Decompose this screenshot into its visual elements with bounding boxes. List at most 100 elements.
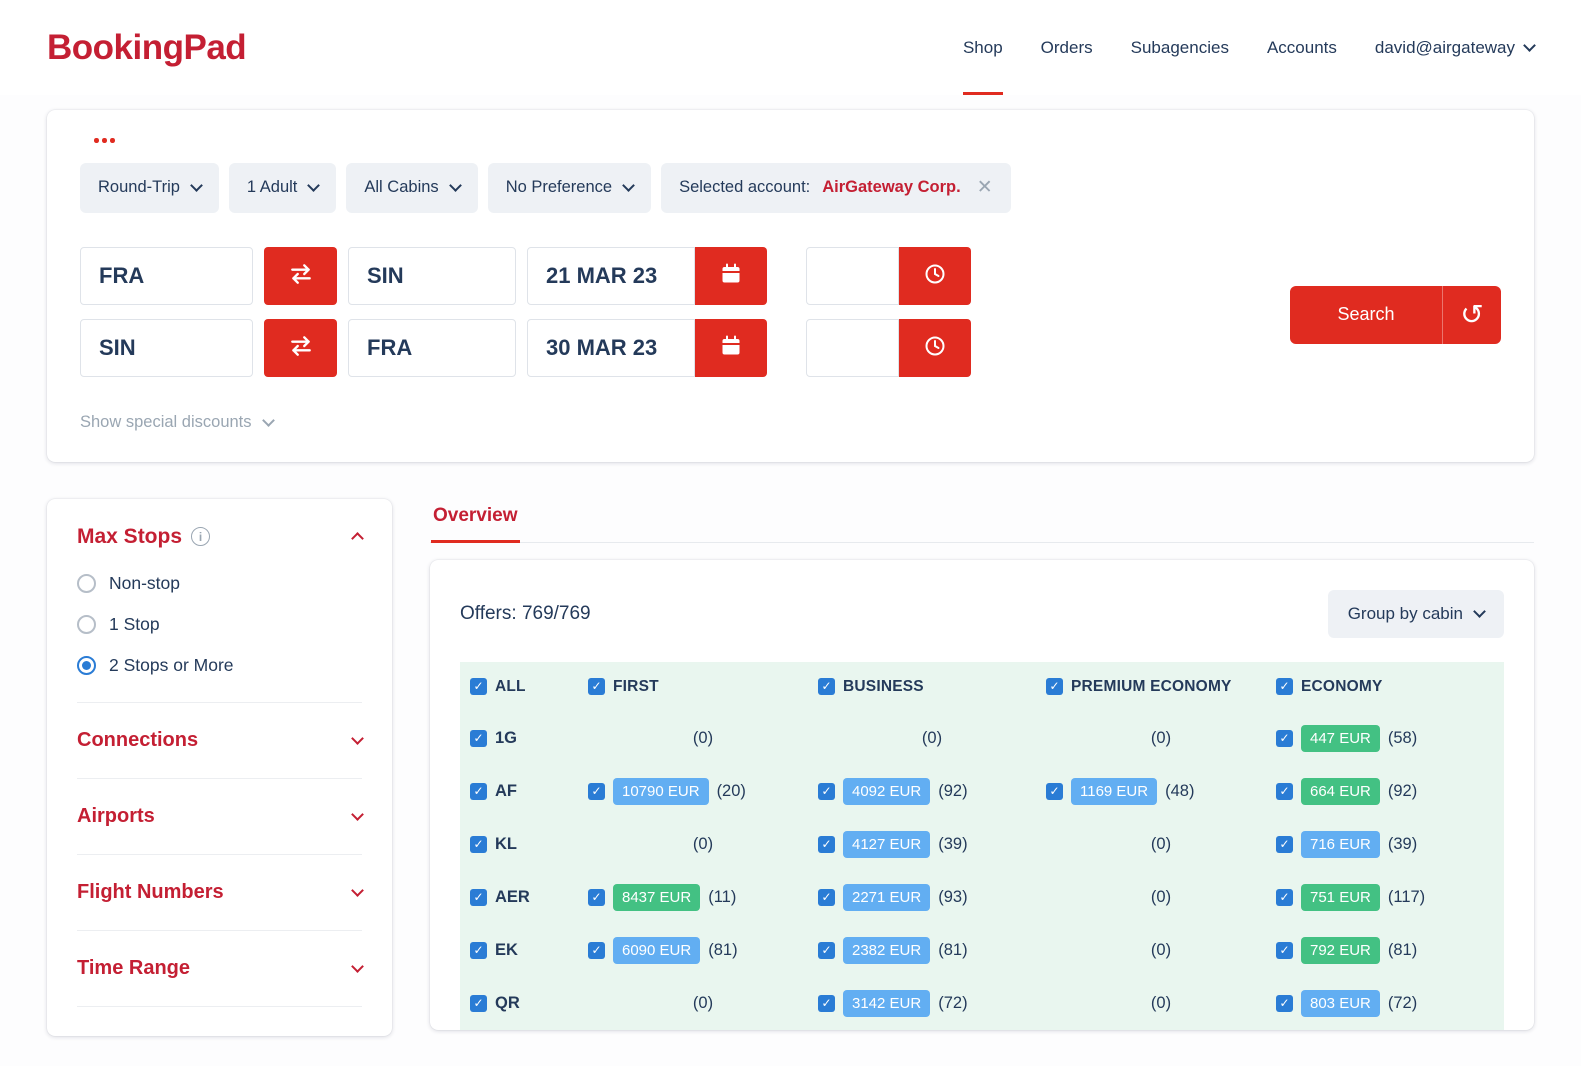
price-badge[interactable]: 8437 EUR xyxy=(613,883,701,911)
offer-count: (39) xyxy=(938,834,968,853)
close-icon[interactable]: ✕ xyxy=(977,176,993,199)
checkbox[interactable]: ✓ xyxy=(588,678,605,695)
calendar-icon xyxy=(719,334,743,361)
price-badge[interactable]: 6090 EUR xyxy=(613,936,701,964)
origin-input[interactable] xyxy=(80,318,253,377)
checkbox[interactable]: ✓ xyxy=(588,941,605,959)
airline-cell: ✓ EK xyxy=(470,941,588,960)
column-header-label: ECONOMY xyxy=(1301,677,1383,695)
tab-overview[interactable]: Overview xyxy=(431,499,520,543)
nav-accounts[interactable]: Accounts xyxy=(1267,0,1337,95)
chevron-down-icon xyxy=(622,179,635,192)
price-badge[interactable]: 2382 EUR xyxy=(843,936,931,964)
trip-type-dropdown[interactable]: Round-Trip xyxy=(80,162,219,213)
return-date-input[interactable] xyxy=(527,318,695,377)
airline-code: 1G xyxy=(495,728,518,747)
max-stops-options: Non-stop 1 Stop 2 Stops or More xyxy=(77,573,362,676)
time-button[interactable] xyxy=(899,318,971,377)
price-badge[interactable]: 447 EUR xyxy=(1301,724,1380,752)
show-discounts-link[interactable]: Show special discounts xyxy=(80,413,1501,432)
checkbox[interactable]: ✓ xyxy=(818,941,835,959)
checkbox[interactable]: ✓ xyxy=(818,835,835,853)
destination-input[interactable] xyxy=(348,318,516,377)
search-options-row: Round-Trip 1 Adult All Cabins No Prefere… xyxy=(80,162,1501,213)
filter-section-time-range[interactable]: Time Range xyxy=(77,929,364,1006)
top-nav: BookingPad Shop Orders Subagencies Accou… xyxy=(0,0,1581,95)
departure-time-input[interactable] xyxy=(806,246,899,305)
offer-count: (58) xyxy=(1387,728,1418,747)
checkbox[interactable]: ✓ xyxy=(1046,678,1063,695)
user-menu[interactable]: david@airgateway xyxy=(1375,38,1536,58)
origin-input[interactable] xyxy=(80,246,253,305)
search-button[interactable]: Search ↺ xyxy=(1290,285,1501,344)
checkbox[interactable]: ✓ xyxy=(1276,994,1293,1012)
price-badge[interactable]: 1169 EUR xyxy=(1071,777,1158,805)
filter-section-max-stops[interactable]: Max Stops i xyxy=(77,525,364,549)
search-history-icon[interactable]: ↺ xyxy=(1443,298,1501,331)
checkbox[interactable]: ✓ xyxy=(1276,835,1293,853)
checkbox[interactable]: ✓ xyxy=(1276,729,1293,747)
checkbox[interactable]: ✓ xyxy=(470,782,487,800)
nav-orders[interactable]: Orders xyxy=(1041,0,1093,95)
checkbox[interactable]: ✓ xyxy=(1276,888,1293,906)
radio-1-stop[interactable]: 1 Stop xyxy=(77,614,362,635)
swap-airports-button[interactable] xyxy=(264,246,337,305)
checkbox[interactable]: ✓ xyxy=(470,678,487,695)
checkbox[interactable]: ✓ xyxy=(470,941,487,959)
price-badge[interactable]: 4092 EUR xyxy=(843,777,931,805)
price-badge[interactable]: 716 EUR xyxy=(1301,830,1380,858)
checkbox[interactable]: ✓ xyxy=(1276,782,1293,800)
checkbox[interactable]: ✓ xyxy=(1046,782,1063,800)
results-tabs: Overview xyxy=(430,499,1534,543)
calendar-icon xyxy=(719,262,743,289)
checkbox[interactable]: ✓ xyxy=(470,835,487,853)
checkbox[interactable]: ✓ xyxy=(470,888,487,906)
checkbox[interactable]: ✓ xyxy=(588,888,605,906)
column-header-label: ALL xyxy=(495,677,526,695)
radio-non-stop[interactable]: Non-stop xyxy=(77,573,362,594)
selected-account-chip[interactable]: Selected account: AirGateway Corp. ✕ xyxy=(661,162,1011,213)
group-by-value: Group by cabin xyxy=(1347,603,1463,623)
chevron-down-icon xyxy=(1473,605,1486,618)
checkbox[interactable]: ✓ xyxy=(1276,941,1293,959)
passengers-dropdown[interactable]: 1 Adult xyxy=(228,162,337,213)
price-badge[interactable]: 664 EUR xyxy=(1301,777,1380,805)
price-badge[interactable]: 3142 EUR xyxy=(843,989,931,1017)
filter-section-airports[interactable]: Airports xyxy=(77,777,364,854)
price-badge[interactable]: 751 EUR xyxy=(1301,883,1380,911)
brand-logo[interactable]: BookingPad xyxy=(47,28,247,68)
checkbox[interactable]: ✓ xyxy=(818,782,835,800)
checkbox[interactable]: ✓ xyxy=(818,678,835,695)
departure-date-input[interactable] xyxy=(527,246,695,305)
price-badge[interactable]: 4127 EUR xyxy=(843,830,931,858)
offer-count: (0) xyxy=(1150,887,1172,906)
price-badge[interactable]: 792 EUR xyxy=(1301,936,1380,964)
calendar-button[interactable] xyxy=(695,318,767,377)
nav-shop[interactable]: Shop xyxy=(962,0,1003,95)
radio-2-stops-or-more[interactable]: 2 Stops or More xyxy=(77,655,362,676)
checkbox[interactable]: ✓ xyxy=(818,888,835,906)
return-time-input[interactable] xyxy=(806,318,899,377)
cabins-dropdown[interactable]: All Cabins xyxy=(346,162,478,213)
airline-preference-dropdown[interactable]: No Preference xyxy=(487,162,652,213)
group-by-cabin-dropdown[interactable]: Group by cabin xyxy=(1327,589,1504,638)
table-row: ✓ AER ✓ 8437 EUR (11) ✓ 2271 EUR (93) (0) ✓ 751 EU… xyxy=(460,871,1504,924)
price-badge[interactable]: 803 EUR xyxy=(1301,989,1380,1017)
offer-count: (81) xyxy=(1387,940,1418,959)
checkbox[interactable]: ✓ xyxy=(1276,678,1293,695)
filter-section-flight-numbers[interactable]: Flight Numbers xyxy=(77,853,364,930)
destination-input[interactable] xyxy=(348,246,516,305)
more-options-icon[interactable] xyxy=(94,138,1501,143)
calendar-button[interactable] xyxy=(695,246,767,305)
checkbox[interactable]: ✓ xyxy=(470,994,487,1012)
checkbox[interactable]: ✓ xyxy=(588,782,605,800)
price-badge[interactable]: 10790 EUR xyxy=(613,777,709,805)
swap-airports-button[interactable] xyxy=(264,318,337,377)
checkbox[interactable]: ✓ xyxy=(818,994,835,1012)
filter-section-connections[interactable]: Connections xyxy=(77,701,364,778)
price-badge[interactable]: 2271 EUR xyxy=(843,883,931,911)
time-button[interactable] xyxy=(899,246,971,305)
nav-subagencies[interactable]: Subagencies xyxy=(1131,0,1229,95)
offer-cell: ✓ 10790 EUR (20) xyxy=(588,777,818,805)
checkbox[interactable]: ✓ xyxy=(470,729,487,747)
